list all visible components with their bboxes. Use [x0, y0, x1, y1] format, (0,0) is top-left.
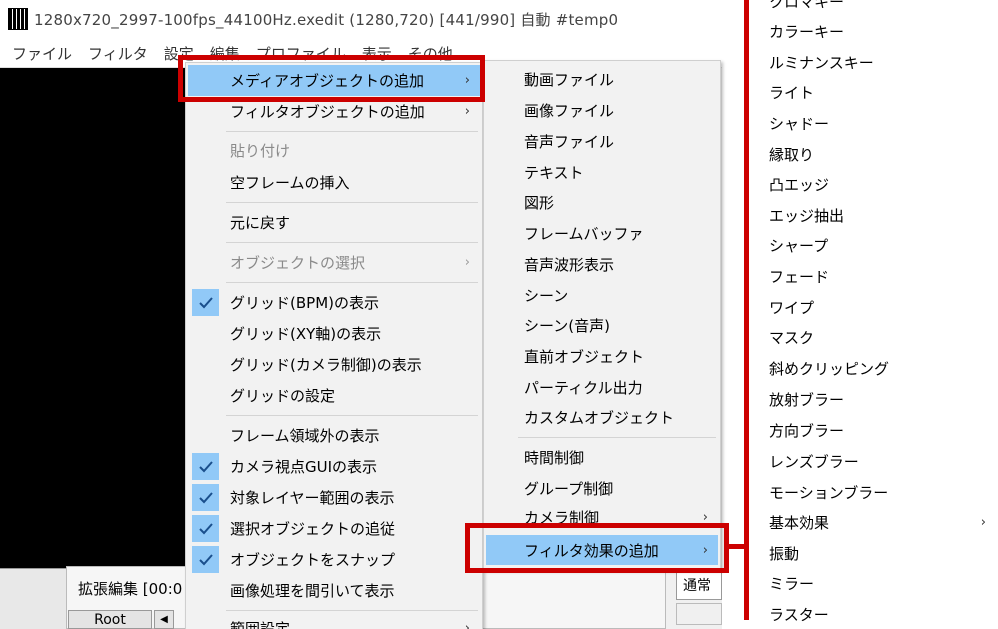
- menu-item-grid-camera[interactable]: グリッド(カメラ制御)の表示: [188, 349, 480, 380]
- menu-item-scene-audio[interactable]: シーン(音声): [486, 310, 718, 341]
- checkmark-icon: [192, 484, 219, 511]
- menu-separator: [226, 610, 478, 611]
- menu-item-time-control[interactable]: 時間制御: [486, 442, 718, 473]
- chevron-right-icon: ›: [702, 510, 708, 525]
- window-title: 1280x720_2997-100fps_44100Hz.exedit (128…: [34, 10, 619, 29]
- menu-item-insert-empty-frame[interactable]: 空フレームの挿入: [188, 167, 480, 198]
- menu-item-vibration[interactable]: 振動: [748, 538, 998, 569]
- triangle-left-icon: ◀: [160, 614, 168, 625]
- menu-settings[interactable]: 設定: [156, 43, 202, 64]
- menu-item-lens-blur[interactable]: レンズブラー: [748, 446, 998, 477]
- menu-item-shadow[interactable]: シャドー: [748, 108, 998, 139]
- menu-item-color-key[interactable]: カラーキー: [748, 16, 998, 47]
- menu-item-grid-bpm[interactable]: グリッド(BPM)の表示: [188, 287, 480, 318]
- menu-separator: [226, 202, 478, 203]
- menu-item-shape[interactable]: 図形: [486, 187, 718, 218]
- menu-separator: [226, 242, 478, 243]
- menu-item-audio-waveform[interactable]: 音声波形表示: [486, 249, 718, 280]
- menu-item-paste[interactable]: 貼り付け: [188, 135, 480, 166]
- root-scene-button[interactable]: Root: [68, 610, 152, 629]
- menu-separator: [518, 437, 716, 438]
- menu-item-grid-settings[interactable]: グリッドの設定: [188, 380, 480, 411]
- menu-item-edge-extract[interactable]: エッジ抽出: [748, 200, 998, 231]
- menu-item-mask[interactable]: マスク: [748, 322, 998, 353]
- timeline-field[interactable]: [676, 603, 722, 625]
- menu-item-add-filter-effect[interactable]: フィルタ効果の追加 ›: [486, 535, 718, 565]
- menu-item-thin-image-processing[interactable]: 画像処理を間引いて表示: [188, 575, 480, 606]
- menu-separator: [226, 131, 478, 132]
- menu-item-target-layer-range[interactable]: 対象レイヤー範囲の表示: [188, 482, 480, 513]
- chevron-right-icon: ›: [464, 255, 470, 270]
- menu-item-previous-object[interactable]: 直前オブジェクト: [486, 341, 718, 372]
- menu-item-undo[interactable]: 元に戻す: [188, 207, 480, 238]
- menu-item-bevel-edge[interactable]: 凸エッジ: [748, 169, 998, 200]
- checkmark-icon: [192, 546, 219, 573]
- menu-item-range-settings[interactable]: 範囲設定 ›: [188, 613, 480, 629]
- menu-file[interactable]: ファイル: [4, 43, 80, 64]
- menu-item-directional-blur[interactable]: 方向ブラー: [748, 415, 998, 446]
- menu-item-chroma-key[interactable]: クロマキー: [748, 0, 998, 17]
- menu-item-follow-selection[interactable]: 選択オブジェクトの追従: [188, 513, 480, 544]
- chevron-right-icon: ›: [464, 104, 470, 119]
- checkmark-icon: [192, 289, 219, 316]
- menu-item-basic-effects[interactable]: 基本効果 ›: [748, 507, 998, 538]
- checkmark-icon: [192, 453, 219, 480]
- menu-item-scene[interactable]: シーン: [486, 280, 718, 311]
- menu-item-camera-control[interactable]: カメラ制御 ›: [486, 502, 718, 533]
- menu-separator: [226, 282, 478, 283]
- menu-filter[interactable]: フィルタ: [80, 43, 156, 64]
- app-film-icon: [8, 8, 28, 30]
- menu-item-wipe[interactable]: ワイプ: [748, 292, 998, 323]
- menu-item-show-outside-frame[interactable]: フレーム領域外の表示: [188, 420, 480, 451]
- menu-item-snap-objects[interactable]: オブジェクトをスナップ: [188, 544, 480, 575]
- menu-item-sharpen[interactable]: シャープ: [748, 230, 998, 261]
- chevron-right-icon: ›: [980, 515, 986, 530]
- menu-item-add-media-object[interactable]: メディアオブジェクトの追加 ›: [188, 65, 480, 96]
- blend-mode-select[interactable]: 通常: [676, 570, 722, 600]
- menu-item-radial-blur[interactable]: 放射ブラー: [748, 384, 998, 415]
- context-menu: メディアオブジェクトの追加 › フィルタオブジェクトの追加 › 貼り付け 空フレ…: [185, 62, 483, 629]
- menu-item-motion-blur[interactable]: モーションブラー: [748, 477, 998, 508]
- chevron-right-icon: ›: [464, 73, 470, 88]
- scroll-left-button[interactable]: ◀: [154, 610, 174, 629]
- menu-item-frame-buffer[interactable]: フレームバッファ: [486, 218, 718, 249]
- timeline-title: 拡張編集 [00:0: [78, 580, 183, 598]
- menu-item-particle-output[interactable]: パーティクル出力: [486, 372, 718, 403]
- menu-item-luminance-key[interactable]: ルミナンスキー: [748, 47, 998, 78]
- menu-item-diagonal-clipping[interactable]: 斜めクリッピング: [748, 353, 998, 384]
- annotation-connector: [729, 544, 749, 549]
- menu-item-text[interactable]: テキスト: [486, 157, 718, 188]
- menu-profile[interactable]: プロファイル: [248, 43, 354, 64]
- menu-item-custom-object[interactable]: カスタムオブジェクト: [486, 402, 718, 433]
- video-preview[interactable]: [0, 68, 185, 568]
- menu-edit[interactable]: 編集: [202, 43, 248, 64]
- chevron-right-icon: ›: [702, 542, 708, 558]
- menu-item-raster[interactable]: ラスター: [748, 599, 998, 629]
- menu-item-light[interactable]: ライト: [748, 77, 998, 108]
- menu-item-video-file[interactable]: 動画ファイル: [486, 64, 718, 95]
- filter-effect-submenu: クロマキー カラーキー ルミナンスキー ライト シャドー 縁取り 凸エッジ エッ…: [748, 0, 998, 629]
- menu-item-group-control[interactable]: グループ制御: [486, 473, 718, 504]
- menu-item-add-filter-object[interactable]: フィルタオブジェクトの追加 ›: [188, 96, 480, 127]
- menu-item-border[interactable]: 縁取り: [748, 139, 998, 170]
- menu-item-mirror[interactable]: ミラー: [748, 568, 998, 599]
- menu-item-image-file[interactable]: 画像ファイル: [486, 95, 718, 126]
- chevron-right-icon: ›: [464, 621, 470, 629]
- menu-item-camera-gui[interactable]: カメラ視点GUIの表示: [188, 451, 480, 482]
- menu-item-grid-xy[interactable]: グリッド(XY軸)の表示: [188, 318, 480, 349]
- menu-other[interactable]: その他: [400, 43, 461, 64]
- menu-item-fade[interactable]: フェード: [748, 261, 998, 292]
- menu-view[interactable]: 表示: [354, 43, 400, 64]
- menu-separator: [226, 415, 478, 416]
- media-object-submenu: 動画ファイル 画像ファイル 音声ファイル テキスト 図形 フレームバッファ 音声…: [483, 60, 721, 570]
- checkmark-icon: [192, 515, 219, 542]
- menu-item-select-object[interactable]: オブジェクトの選択 ›: [188, 247, 480, 278]
- title-bar: 1280x720_2997-100fps_44100Hz.exedit (128…: [0, 0, 722, 38]
- menu-item-audio-file[interactable]: 音声ファイル: [486, 126, 718, 157]
